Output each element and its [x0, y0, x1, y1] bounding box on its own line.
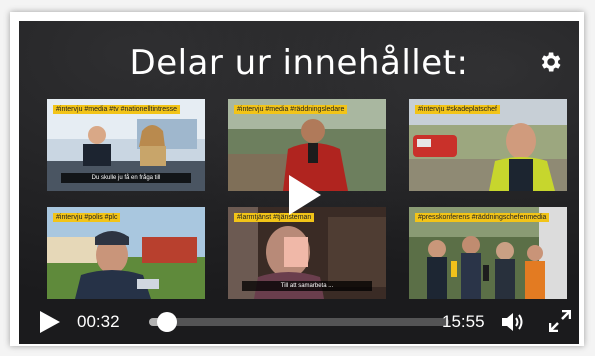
play-icon[interactable] [39, 310, 61, 334]
thumbnail-tag: #intervju #skadeplatschef [415, 105, 500, 114]
thumbnail-tag: #intervju #media #tv #nationelltintresse [53, 105, 181, 114]
thumbnail-tv-studio[interactable]: #intervju #media #tv #nationelltintresse… [47, 99, 205, 191]
progress-bar[interactable] [149, 312, 449, 332]
duration: 15:55 [442, 312, 485, 331]
progress-handle[interactable] [157, 312, 177, 332]
thumbnail-subtitle: Till att samarbeta ... [242, 281, 372, 291]
thumbnail-press-conference[interactable]: #presskonferens #räddningschefenmedia [409, 207, 567, 299]
video-player[interactable]: Delar ur innehållet: #intervju #media #t… [19, 21, 579, 344]
control-bar: 00:32 15:55 [19, 300, 579, 344]
gear-icon[interactable] [537, 49, 563, 75]
current-time: 00:32 [77, 312, 120, 331]
play-icon[interactable] [279, 171, 327, 219]
thumbnail-interview[interactable]: #larmtjänst #tjänsteman Till att samarbe… [228, 207, 386, 299]
thumbnail-tag: #presskonferens #räddningschefenmedia [415, 213, 550, 222]
thumbnail-subtitle: Du skulle ju få en fråga till [61, 173, 191, 183]
volume-icon[interactable] [501, 311, 527, 333]
thumbnail-commander[interactable]: #intervju #skadeplatschef [409, 99, 567, 191]
thumbnail-tag: #intervju #media #räddningsledare [234, 105, 348, 114]
video-title: Delar ur innehållet: [129, 43, 469, 83]
fullscreen-icon[interactable] [549, 310, 571, 332]
thumbnail-tag: #intervju #polis #plc [53, 213, 121, 222]
thumbnail-police[interactable]: #intervju #polis #plc [47, 207, 205, 299]
